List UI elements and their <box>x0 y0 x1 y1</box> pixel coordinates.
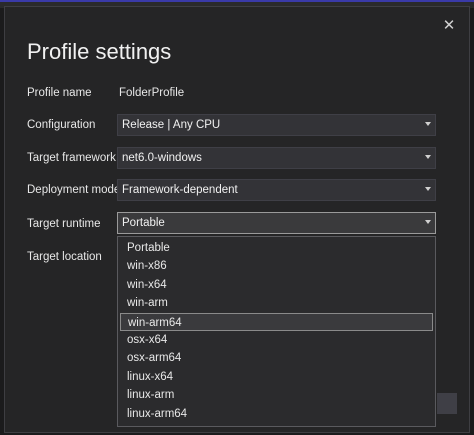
profile-name-label: Profile name <box>27 87 92 99</box>
dialog-title: Profile settings <box>27 39 172 64</box>
dropdown-option-portable[interactable]: Portable <box>120 239 433 257</box>
browse-button-partial[interactable] <box>437 393 457 414</box>
configuration-select-value: Release | Any CPU <box>122 119 221 131</box>
dropdown-option-osx-arm64[interactable]: osx-arm64 <box>120 349 433 367</box>
dropdown-option-win-x64[interactable]: win-x64 <box>120 276 433 294</box>
deployment-mode-select-value: Framework-dependent <box>122 184 238 196</box>
configuration-select[interactable]: Release | Any CPU <box>117 114 436 136</box>
profile-name-value: FolderProfile <box>119 87 185 99</box>
target-runtime-select[interactable]: Portable <box>117 212 436 234</box>
dropdown-option-linux-arm[interactable]: linux-arm <box>120 386 433 404</box>
close-icon: ✕ <box>442 17 456 34</box>
chevron-down-icon <box>425 187 431 191</box>
configuration-label: Configuration <box>27 119 96 131</box>
target-location-label: Target location <box>27 251 102 263</box>
target-runtime-label: Target runtime <box>27 218 101 230</box>
chevron-down-icon <box>425 220 431 224</box>
dropdown-option-win-arm[interactable]: win-arm <box>120 294 433 312</box>
dropdown-option-win-x86[interactable]: win-x86 <box>120 257 433 275</box>
dropdown-option-osx-x64[interactable]: osx-x64 <box>120 331 433 349</box>
target-runtime-select-value: Portable <box>122 217 165 229</box>
chevron-down-icon <box>425 122 431 126</box>
profile-settings-dialog: ✕ Profile settings Profile name FolderPr… <box>4 6 470 433</box>
close-button[interactable]: ✕ <box>439 15 459 35</box>
dropdown-option-linux-arm64[interactable]: linux-arm64 <box>120 405 433 423</box>
deployment-mode-label: Deployment mode <box>27 184 121 196</box>
target-framework-select-value: net6.0-windows <box>122 152 202 164</box>
dropdown-option-win-arm64[interactable]: win-arm64 <box>120 312 433 331</box>
target-framework-select[interactable]: net6.0-windows <box>117 147 436 169</box>
deployment-mode-select[interactable]: Framework-dependent <box>117 179 436 201</box>
target-framework-label: Target framework <box>27 152 116 164</box>
target-runtime-dropdown-list: Portable win-x86 win-x64 win-arm win-arm… <box>117 236 436 427</box>
dropdown-option-linux-x64[interactable]: linux-x64 <box>120 368 433 386</box>
chevron-down-icon <box>425 155 431 159</box>
background-window-accent <box>0 0 474 2</box>
